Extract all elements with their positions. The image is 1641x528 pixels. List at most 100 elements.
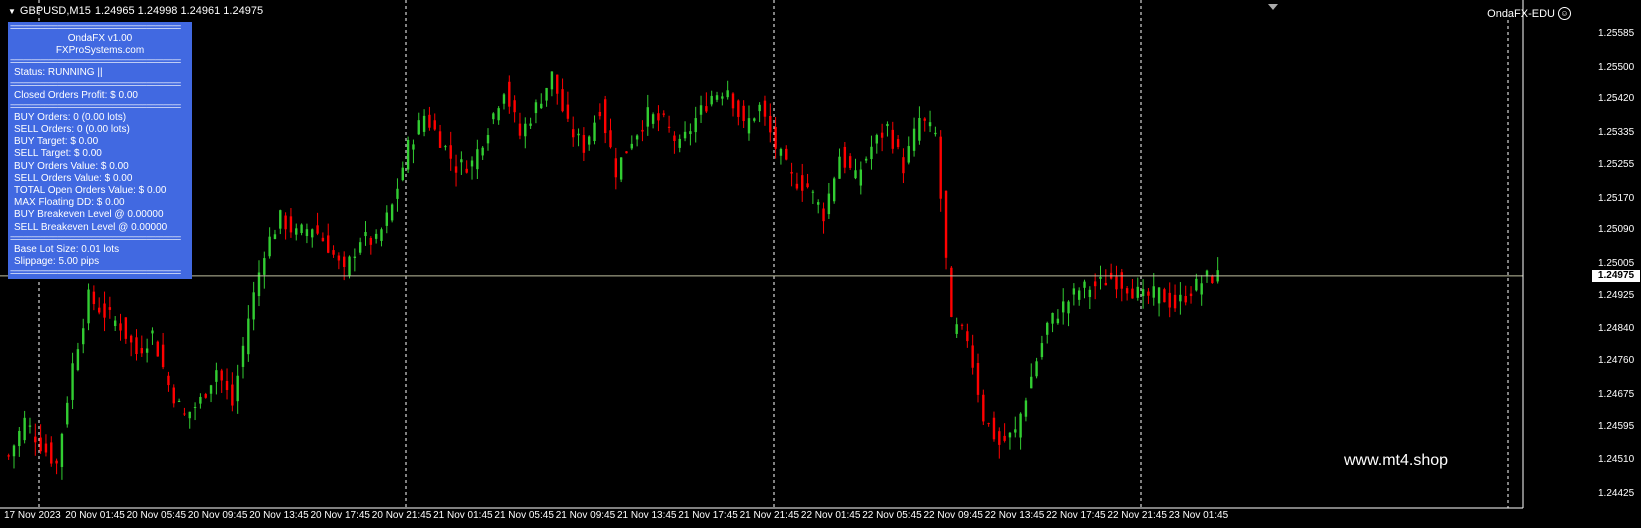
- price-axis[interactable]: 1.25585 1.25500 1.25420 1.25335 1.25255 1.251…: [1592, 0, 1641, 528]
- bull-candle: [145, 348, 149, 353]
- bull-candle: [268, 236, 271, 257]
- price-tick-label: 1.24675: [1598, 388, 1635, 400]
- bull-candle: [476, 149, 479, 170]
- expert-advisor-label[interactable]: OndaFX-EDU ☺: [1487, 7, 1571, 20]
- bull-candle: [630, 143, 634, 149]
- panel-closed-profit: Closed Orders Profit: $ 0.00: [14, 89, 138, 101]
- bear-candle: [321, 237, 325, 242]
- bull-candle: [1062, 301, 1065, 313]
- watermark-text: www.mt4.shop: [1344, 452, 1449, 469]
- bull-candle: [1030, 376, 1033, 389]
- time-tick-label: 20 Nov 13:45: [249, 510, 309, 521]
- bear-candle: [848, 156, 852, 168]
- bear-candle: [225, 381, 229, 391]
- bull-candle: [396, 188, 399, 199]
- bear-candle: [108, 307, 112, 310]
- bull-candle: [1099, 276, 1102, 279]
- bear-candle: [966, 331, 969, 342]
- bear-candle: [124, 317, 128, 339]
- panel-separator: ========================================: [10, 57, 181, 67]
- time-tick-label: 20 Nov 17:45: [310, 510, 371, 521]
- bear-candle: [625, 151, 628, 154]
- bull-candle: [470, 160, 474, 167]
- panel-base-lot: Base Lot Size: 0.01 lots: [14, 243, 120, 255]
- bull-candle: [486, 135, 490, 144]
- time-axis[interactable]: 17 Nov 2023 20 Nov 01:45 20 Nov 05:45 20 No…: [0, 508, 1592, 528]
- bull-candle: [651, 114, 655, 124]
- bear-candle: [289, 216, 293, 233]
- bull-candle: [66, 402, 69, 425]
- bull-candle: [18, 430, 21, 447]
- bear-candle: [98, 307, 101, 313]
- bull-candle: [23, 417, 26, 441]
- bull-candle: [406, 140, 410, 170]
- ea-info-panel: ========================================…: [8, 22, 192, 279]
- bull-candle: [678, 138, 681, 148]
- bear-candle: [167, 375, 170, 386]
- time-tick-label: 20 Nov 21:45: [371, 510, 432, 521]
- bear-candle: [1120, 272, 1123, 289]
- price-chart[interactable]: [0, 0, 1641, 528]
- bear-candle: [902, 157, 905, 174]
- bull-candle: [311, 229, 314, 238]
- price-tick-label: 1.25335: [1598, 127, 1635, 139]
- ohlc-quotes: 1.24965 1.24998 1.24961 1.24975: [94, 5, 264, 17]
- bear-candle: [742, 105, 745, 122]
- price-tick-label: 1.25585: [1598, 27, 1635, 39]
- bull-candle: [1088, 289, 1092, 298]
- bear-candle: [284, 215, 287, 230]
- panel-stat: SELL Orders: 0 (0.00 lots): [14, 124, 130, 136]
- dropdown-triangle-icon[interactable]: ▼: [8, 7, 16, 16]
- bull-candle: [60, 433, 64, 467]
- bull-candle: [279, 210, 282, 229]
- bull-candle: [955, 324, 958, 334]
- bull-candle: [28, 425, 32, 427]
- time-tick-label: 22 Nov 09:45: [923, 510, 984, 521]
- bear-candle: [337, 255, 341, 261]
- bull-candle: [241, 345, 245, 367]
- bull-candle: [550, 71, 554, 90]
- smiley-icon[interactable]: ☺: [1558, 7, 1571, 20]
- price-tick-label: 1.24925: [1598, 289, 1635, 301]
- bear-candle: [135, 337, 138, 355]
- bull-candle: [151, 330, 154, 334]
- bear-candle: [508, 81, 511, 107]
- bear-candle: [785, 148, 788, 160]
- bull-candle: [300, 224, 303, 233]
- bull-candle: [721, 96, 724, 99]
- panel-separator: ========================================: [10, 233, 181, 243]
- bull-candle: [353, 256, 357, 258]
- panel-stat: BUY Orders Value: $ 0.00: [14, 160, 129, 172]
- bear-candle: [327, 235, 330, 253]
- bull-candle: [1141, 289, 1145, 297]
- bear-candle: [566, 104, 570, 119]
- bear-candle: [950, 267, 953, 317]
- bear-candle: [44, 443, 48, 453]
- panel-status: Status: RUNNING ||: [14, 67, 103, 79]
- bull-candle: [1072, 288, 1076, 295]
- bear-candle: [204, 394, 207, 398]
- panel-slippage: Slippage: 5.00 pips: [14, 256, 100, 268]
- bear-candle: [1003, 435, 1006, 441]
- bull-candle: [886, 123, 889, 127]
- bear-candle: [806, 183, 809, 188]
- bear-candle: [939, 136, 942, 199]
- bull-candle: [545, 87, 548, 101]
- bear-candle: [513, 100, 516, 113]
- bull-candle: [619, 157, 623, 180]
- bear-candle: [55, 460, 58, 464]
- bear-candle: [582, 135, 586, 153]
- bull-candle: [215, 370, 218, 382]
- bull-candle: [188, 411, 191, 419]
- bull-candle: [811, 191, 815, 193]
- bear-candle: [140, 347, 144, 354]
- symbol-label: GBPUSD,M15: [19, 5, 91, 17]
- price-tick-label: 1.24510: [1598, 454, 1635, 466]
- bull-candle: [875, 135, 878, 144]
- bear-candle: [156, 341, 159, 357]
- time-tick-label: 23 Nov 01:45: [1168, 510, 1229, 521]
- chart-shift-marker[interactable]: [1268, 4, 1278, 10]
- bear-candle: [183, 413, 186, 415]
- bull-candle: [779, 148, 783, 156]
- bear-candle: [220, 370, 223, 381]
